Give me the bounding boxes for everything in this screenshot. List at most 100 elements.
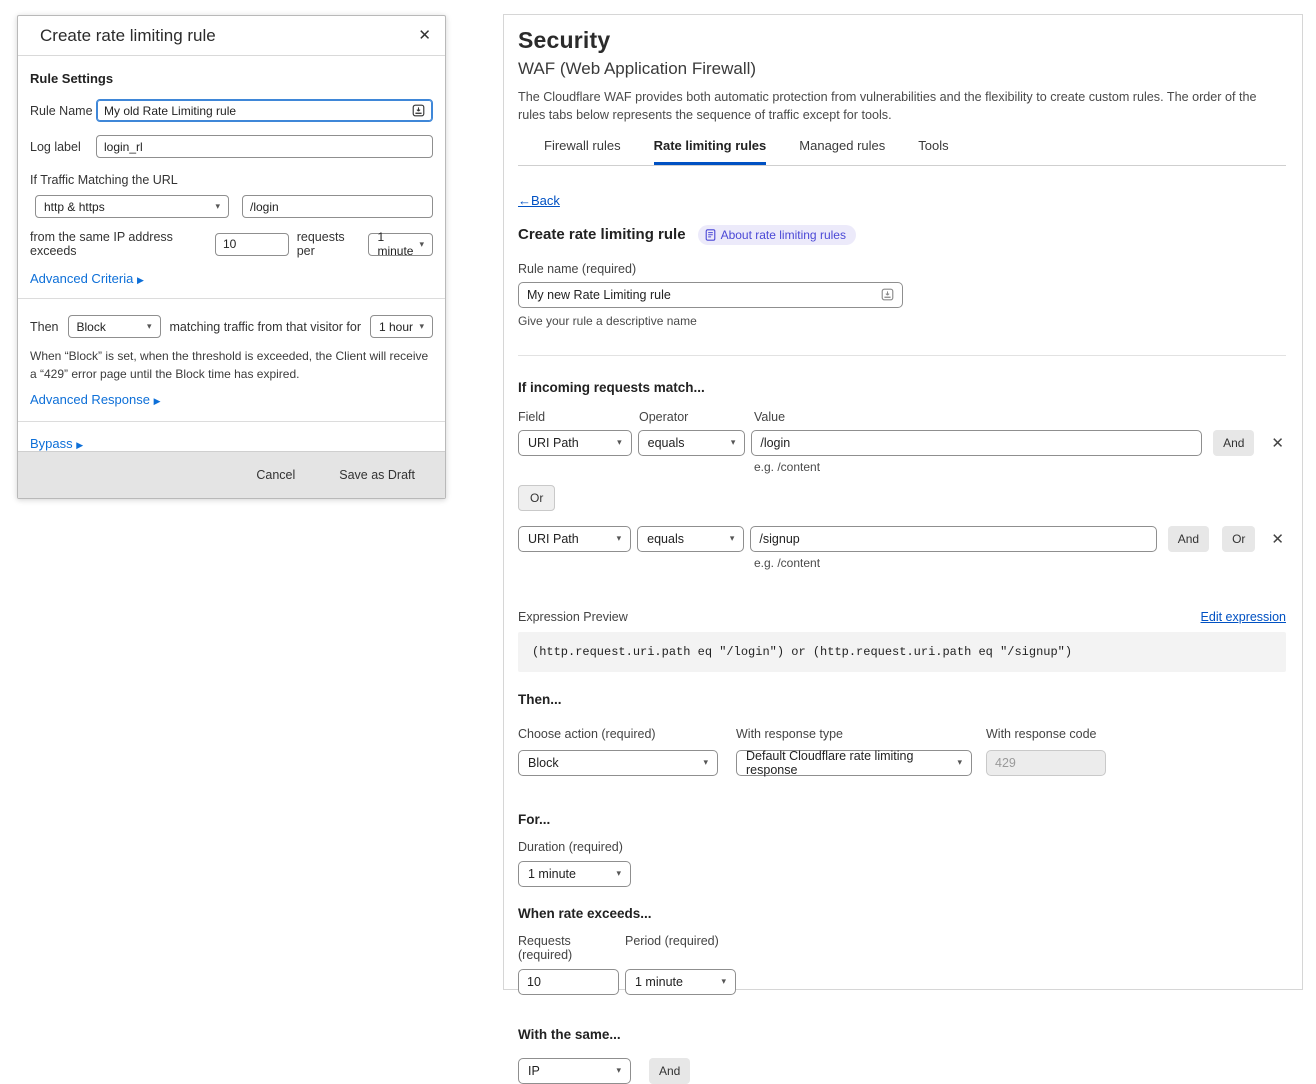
requests-field[interactable] [518,969,619,995]
autofill-icon [412,104,425,117]
threshold-prefix: from the same IP address exceeds [30,230,207,258]
log-label-field[interactable] [96,135,433,158]
requests-input[interactable] [527,975,610,989]
action-select-value: Block [528,756,559,770]
value-hint: e.g. /content [754,460,1286,474]
back-label: Back [531,193,560,208]
condition-row: URI Path ▾ equals ▾ And Or ✕ [518,526,1286,552]
advanced-criteria-label: Advanced Criteria [30,271,133,286]
response-code-input [995,756,1097,770]
chevron-down-icon: ▾ [723,437,736,448]
action-select-value: Block [77,320,106,334]
match-section-heading: If incoming requests match... [518,380,1286,395]
block-duration-select[interactable]: 1 hour ▾ [370,315,433,338]
characteristic-value: IP [528,1064,540,1078]
value-field[interactable] [751,430,1202,456]
threshold-field[interactable] [215,233,289,256]
field-select[interactable]: URI Path ▾ [518,526,631,552]
block-note: When “Block” is set, when the threshold … [30,347,433,383]
rule-name-field[interactable] [518,282,903,308]
response-code-label: With response code [986,727,1096,741]
tab-tools[interactable]: Tools [918,138,948,165]
log-label-input[interactable] [104,140,425,154]
rule-name-field[interactable] [96,99,433,122]
cancel-button[interactable]: Cancel [256,468,295,482]
action-select[interactable]: Block ▾ [68,315,161,338]
page-subtitle: WAF (Web Application Firewall) [518,59,1286,79]
period-select[interactable]: 1 minute ▾ [368,233,433,256]
about-badge-label: About rate limiting rules [721,228,846,242]
field-select[interactable]: URI Path ▾ [518,430,632,456]
back-link[interactable]: ←Back [518,193,560,208]
security-waf-panel: Security WAF (Web Application Firewall) … [503,14,1303,990]
caret-right-icon: ▶ [154,396,161,406]
scheme-select-value: http & https [44,200,105,214]
advanced-response-link[interactable]: Advanced Response ▶ [30,392,433,407]
close-icon[interactable]: ✕ [418,28,431,43]
rule-name-input[interactable] [527,288,875,302]
for-section-heading: For... [518,812,1286,827]
advanced-criteria-link[interactable]: Advanced Criteria ▶ [30,271,433,286]
edit-expression-link[interactable]: Edit expression [1201,610,1286,624]
divider [518,355,1286,356]
form-title: Create rate limiting rule [518,226,686,243]
rule-name-input[interactable] [104,104,406,118]
duration-select-value: 1 minute [528,867,576,881]
expression-preview-label: Expression Preview [518,610,628,624]
chevron-down-icon: ▾ [713,976,726,987]
choose-action-label: Choose action (required) [518,727,656,741]
rules-tabs: Firewall rules Rate limiting rules Manag… [518,138,1286,166]
chevron-down-icon: ▾ [608,868,621,879]
threshold-input[interactable] [223,237,281,251]
tab-managed-rules[interactable]: Managed rules [799,138,885,165]
create-rate-limiting-rule-dialog: Create rate limiting rule ✕ Rule Setting… [17,15,446,499]
remove-condition-icon[interactable]: ✕ [1269,434,1286,452]
duration-label: Duration (required) [518,840,1286,854]
dialog-footer: Cancel Save as Draft [18,451,445,498]
operator-select-value: equals [648,436,685,450]
then-section-heading: Then... [518,692,1286,707]
dialog-body: Rule Settings Rule Name Log label If Tra… [18,56,445,451]
bypass-link[interactable]: Bypass ▶ [30,436,433,451]
divider [18,421,445,422]
response-type-select[interactable]: Default Cloudflare rate limiting respons… [736,750,972,776]
divider [18,298,445,299]
characteristic-select[interactable]: IP ▾ [518,1058,631,1084]
url-field[interactable] [242,195,433,218]
or-button[interactable]: Or [1222,526,1255,552]
operator-column-label: Operator [639,410,754,424]
or-connector-button[interactable]: Or [518,485,555,511]
tab-rate-limiting-rules[interactable]: Rate limiting rules [654,138,767,165]
action-select[interactable]: Block ▾ [518,750,718,776]
log-label-label: Log label [30,140,96,154]
add-characteristic-and-button[interactable]: And [649,1058,690,1084]
and-button[interactable]: And [1213,430,1254,456]
block-duration-value: 1 hour [379,320,413,334]
and-button[interactable]: And [1168,526,1209,552]
value-input[interactable] [759,532,1147,546]
chevron-down-icon: ▾ [413,239,424,250]
field-column-label: Field [518,410,639,424]
save-as-draft-button[interactable]: Save as Draft [339,468,415,482]
requests-label: Requests (required) [518,934,625,962]
chevron-down-icon: ▾ [209,201,220,212]
remove-condition-icon[interactable]: ✕ [1269,530,1286,548]
value-input[interactable] [760,436,1193,450]
operator-select[interactable]: equals ▾ [637,526,744,552]
url-input[interactable] [250,200,425,214]
back-arrow-icon: ← [518,193,531,208]
then-mid: matching traffic from that visitor for [170,320,362,334]
scheme-select[interactable]: http & https ▾ [35,195,229,218]
value-column-label: Value [754,410,785,424]
about-rate-limiting-badge[interactable]: About rate limiting rules [698,225,856,245]
operator-select[interactable]: equals ▾ [638,430,746,456]
rate-section-heading: When rate exceeds... [518,906,1286,921]
caret-right-icon: ▶ [137,275,144,285]
value-field[interactable] [750,526,1156,552]
rate-period-select[interactable]: 1 minute ▾ [625,969,736,995]
bypass-label: Bypass [30,436,73,451]
dialog-header: Create rate limiting rule ✕ [18,16,445,56]
duration-select[interactable]: 1 minute ▾ [518,861,631,887]
tab-firewall-rules[interactable]: Firewall rules [544,138,621,165]
chevron-down-icon: ▾ [949,757,962,768]
